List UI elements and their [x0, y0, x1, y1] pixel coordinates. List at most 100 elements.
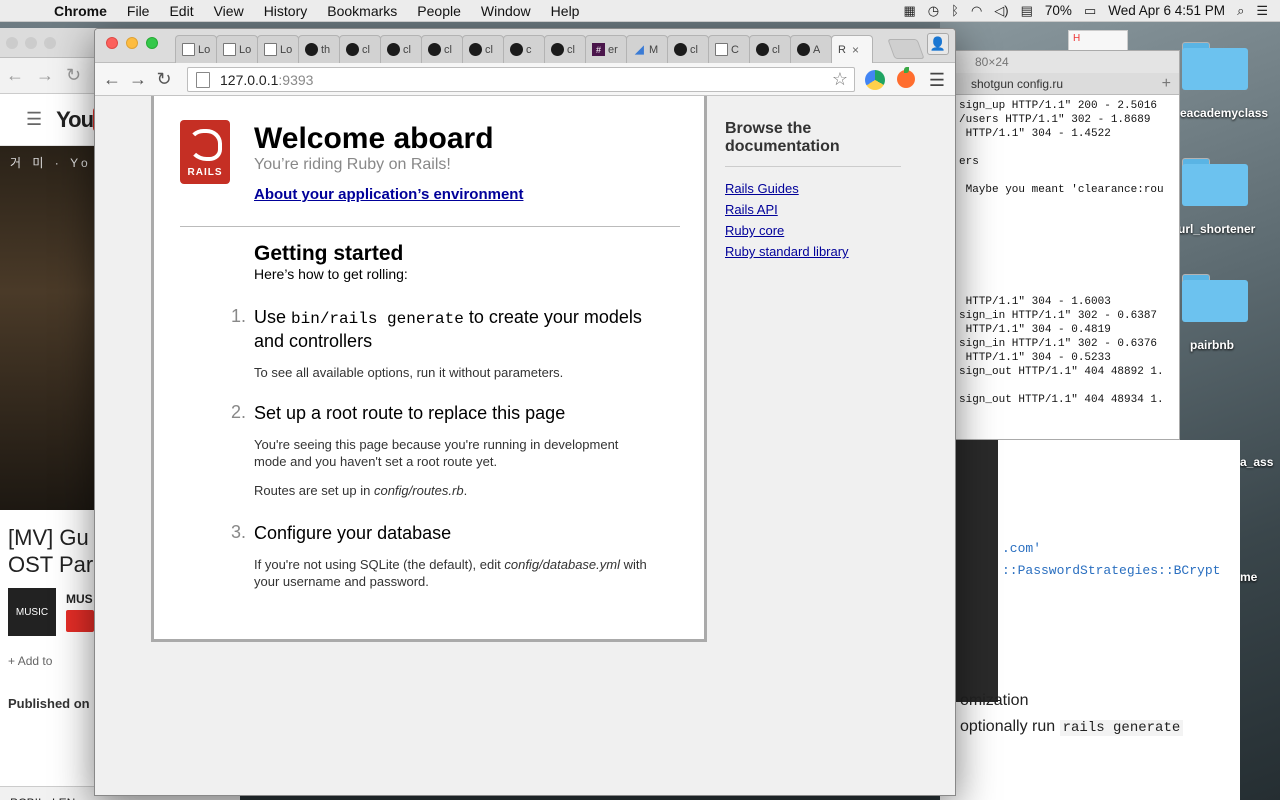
clock[interactable]: Wed Apr 6 4:51 PM	[1108, 3, 1225, 18]
getting-started-subheading: Here’s how to get rolling:	[254, 266, 408, 282]
browser-tab[interactable]: ◢ M	[626, 35, 668, 63]
battery-icon[interactable]: ▭	[1084, 3, 1096, 19]
folder-label[interactable]: me	[1240, 570, 1257, 584]
rails-api-link[interactable]: Rails API	[725, 202, 901, 218]
browser-tab[interactable]: cl	[749, 35, 791, 63]
browser-tab[interactable]: Lo	[175, 35, 217, 63]
close-tab-icon[interactable]: ×	[852, 43, 859, 57]
tab-strip: Lo Lo Lo th cl cl cl cl c cl # er ◢ Mcl Ccl A R × 👤	[95, 29, 955, 63]
minimize-button[interactable]	[25, 36, 37, 49]
channel-name[interactable]: MUS	[66, 592, 94, 606]
app-menu[interactable]: Chrome	[54, 3, 107, 19]
tab-label: cl	[362, 43, 370, 56]
close-button[interactable]	[6, 36, 18, 49]
hamburger-menu-icon[interactable]: ☰	[26, 109, 42, 130]
doc-favicon-icon	[223, 43, 236, 56]
back-button[interactable]: ←	[99, 66, 125, 92]
page-viewport: RAILS Welcome aboard You’re riding Ruby …	[95, 96, 955, 795]
browser-tab[interactable]: cl	[339, 35, 381, 63]
wifi-icon[interactable]: ◠	[971, 3, 982, 19]
time-machine-icon[interactable]: ◷	[928, 3, 939, 19]
menu-people[interactable]: People	[417, 3, 461, 19]
tab-label: R	[838, 43, 846, 56]
forward-button[interactable]: →	[125, 66, 151, 92]
browser-tab[interactable]: Lo	[257, 35, 299, 63]
browser-tab[interactable]: Lo	[216, 35, 258, 63]
new-terminal-tab-icon[interactable]: +	[1162, 75, 1171, 93]
new-tab-button[interactable]	[887, 39, 925, 59]
browser-tab[interactable]: C	[708, 35, 750, 63]
zoom-button[interactable]	[44, 36, 56, 49]
channel-avatar[interactable]: MUSIC	[8, 588, 56, 636]
desktop-file-preview[interactable]: H	[1068, 30, 1128, 52]
tomato-extension-icon[interactable]	[897, 67, 915, 88]
folder-label[interactable]: pairbnb	[1190, 338, 1234, 352]
editor-window: .com' ::PasswordStrategies::BCrypt omiza…	[940, 440, 1240, 800]
profile-icon[interactable]: 👤	[927, 33, 949, 55]
browser-tab[interactable]: th	[298, 35, 340, 63]
tab-label: er	[608, 43, 618, 56]
terminal-output: sign_up HTTP/1.1" 200 - 2.5016 /users HT…	[959, 100, 1164, 406]
github-favicon-icon	[510, 43, 523, 56]
terminal-tab[interactable]: shotgun config.ru	[971, 77, 1063, 91]
tab-label: Lo	[280, 43, 293, 56]
chrome-menu-icon[interactable]: ☰	[929, 70, 945, 91]
folder-label[interactable]: eacademyclass	[1180, 106, 1268, 120]
close-window-button[interactable]	[106, 37, 118, 49]
flag-icon[interactable]: ▤	[1021, 3, 1033, 19]
spotlight-icon[interactable]: ⌕	[1237, 3, 1244, 19]
folder-label[interactable]: a_ass	[1240, 455, 1273, 469]
divider	[180, 226, 680, 227]
menu-history[interactable]: History	[264, 3, 308, 19]
github-favicon-icon	[674, 43, 687, 56]
minimize-window-button[interactable]	[126, 37, 138, 49]
browser-tab[interactable]: cl	[380, 35, 422, 63]
ruby-stdlib-link[interactable]: Ruby standard library	[725, 244, 901, 260]
subscribe-button[interactable]	[66, 610, 94, 632]
code-snippet: .com' ::PasswordStrategies::BCrypt	[1002, 541, 1221, 578]
zoom-window-button[interactable]	[146, 37, 158, 49]
menu-file[interactable]: File	[127, 3, 150, 19]
menu-bookmarks[interactable]: Bookmarks	[327, 3, 397, 19]
github-favicon-icon	[797, 43, 810, 56]
back-arrow-icon[interactable]: ←	[6, 65, 24, 86]
page-title: Welcome aboard	[254, 122, 494, 155]
ruby-core-link[interactable]: Ruby core	[725, 223, 901, 239]
browser-tab[interactable]: R ×	[831, 35, 873, 63]
browser-tab[interactable]: cl	[421, 35, 463, 63]
bookmark-star-icon[interactable]: ☆	[832, 69, 848, 90]
extension-icon[interactable]	[865, 70, 885, 90]
browser-tab[interactable]: cl	[462, 35, 504, 63]
menu-window[interactable]: Window	[481, 3, 531, 19]
menu-edit[interactable]: Edit	[169, 3, 193, 19]
reload-button[interactable]: ↻	[151, 66, 177, 92]
folder-label[interactable]: url_shortener	[1178, 222, 1255, 236]
folder-icon[interactable]	[1182, 40, 1248, 90]
activity-icon[interactable]: ▦	[903, 3, 915, 19]
url-port: :9393	[278, 71, 314, 88]
github-favicon-icon	[469, 43, 482, 56]
notification-center-icon[interactable]: ☰	[1256, 3, 1268, 19]
address-bar[interactable]: 127.0.0.1:9393 ☆	[187, 67, 855, 92]
browser-tab[interactable]: c	[503, 35, 545, 63]
menu-view[interactable]: View	[214, 3, 244, 19]
menu-help[interactable]: Help	[551, 3, 580, 19]
volume-icon[interactable]: ◁)	[994, 3, 1008, 19]
folder-icon[interactable]	[1182, 156, 1248, 206]
bluetooth-icon[interactable]: ᛒ	[951, 3, 959, 18]
battery-percentage[interactable]: 70%	[1045, 3, 1072, 18]
browser-tab[interactable]: cl	[667, 35, 709, 63]
rails-logo: RAILS	[180, 120, 230, 184]
browser-tab[interactable]: cl	[544, 35, 586, 63]
folder-icon[interactable]	[1182, 272, 1248, 322]
tab-label: cl	[403, 43, 411, 56]
browser-tab[interactable]: # er	[585, 35, 627, 63]
reload-icon[interactable]: ↻	[66, 65, 81, 86]
forward-arrow-icon[interactable]: →	[36, 65, 54, 86]
about-environment-link[interactable]: About your application’s environment	[254, 186, 523, 203]
page-icon	[196, 71, 210, 88]
tab-label: cl	[485, 43, 493, 56]
rails-guides-link[interactable]: Rails Guides	[725, 181, 901, 197]
github-favicon-icon	[428, 43, 441, 56]
browser-tab[interactable]: A	[790, 35, 832, 63]
